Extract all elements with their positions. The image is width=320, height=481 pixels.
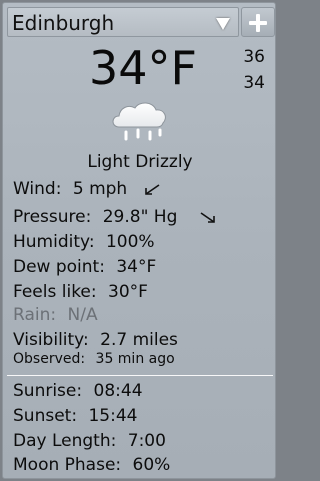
moon-phase-row: Moon Phase: 60% xyxy=(13,455,170,475)
day-length-row: Day Length: 7:00 xyxy=(13,431,166,451)
sunrise-label: Sunrise: xyxy=(13,381,83,401)
pressure-row: Pressure: 29.8" Hg xyxy=(13,207,177,227)
current-temperature: 34°F xyxy=(89,41,197,95)
moon-phase-label: Moon Phase: xyxy=(13,455,122,475)
dew-point-label: Dew point: xyxy=(13,257,105,277)
rain-label: Rain: xyxy=(13,305,57,325)
feels-like-value: 30°F xyxy=(108,282,148,302)
sunrise-row: Sunrise: 08:44 xyxy=(13,381,143,401)
pressure-trend-icon xyxy=(200,212,215,223)
day-length-value: 7:00 xyxy=(127,431,166,451)
dew-point-row: Dew point: 34°F xyxy=(13,257,156,277)
visibility-label: Visibility: xyxy=(13,330,89,350)
pressure-label: Pressure: xyxy=(13,207,92,227)
sunset-label: Sunset: xyxy=(13,406,78,426)
feels-like-row: Feels like: 30°F xyxy=(13,282,148,302)
observed-value: 35 min ago xyxy=(95,351,175,367)
humidity-label: Humidity: xyxy=(13,232,95,252)
observed-row: Observed: 35 min ago xyxy=(13,351,175,367)
rain-value: N/A xyxy=(67,305,98,325)
wind-row: Wind: 5 mph xyxy=(13,179,127,199)
visibility-value: 2.7 miles xyxy=(100,330,178,350)
condition-text: Light Drizzly xyxy=(87,152,193,172)
rain-row: Rain: N/A xyxy=(13,305,98,325)
observed-label: Observed: xyxy=(13,351,86,367)
pressure-value: 29.8" Hg xyxy=(102,207,178,227)
section-divider xyxy=(7,375,273,376)
sunset-row: Sunset: 15:44 xyxy=(13,406,137,426)
visibility-row: Visibility: 2.7 miles xyxy=(13,330,178,350)
moon-phase-value: 60% xyxy=(132,455,171,475)
humidity-row: Humidity: 100% xyxy=(13,232,155,252)
low-temperature: 34 xyxy=(243,73,265,93)
weather-widget: Edinburgh 34°F 36 34 Light Drizzly Wind:… xyxy=(2,2,276,479)
humidity-value: 100% xyxy=(105,232,155,252)
wind-direction-icon xyxy=(145,184,160,195)
sunrise-value: 08:44 xyxy=(93,381,143,401)
wind-value: 5 mph xyxy=(72,179,128,199)
location-name[interactable]: Edinburgh xyxy=(12,11,114,35)
wind-label: Wind: xyxy=(13,179,62,199)
add-location-button[interactable] xyxy=(241,7,275,37)
location-selector[interactable]: Edinburgh xyxy=(7,7,239,37)
feels-like-label: Feels like: xyxy=(13,282,97,302)
high-temperature: 36 xyxy=(243,47,265,67)
day-length-label: Day Length: xyxy=(13,431,117,451)
cloud-drizzle-icon xyxy=(112,102,166,141)
sunset-value: 15:44 xyxy=(88,406,138,426)
dew-point-value: 34°F xyxy=(116,257,157,277)
triangle-down-icon[interactable] xyxy=(216,18,230,30)
